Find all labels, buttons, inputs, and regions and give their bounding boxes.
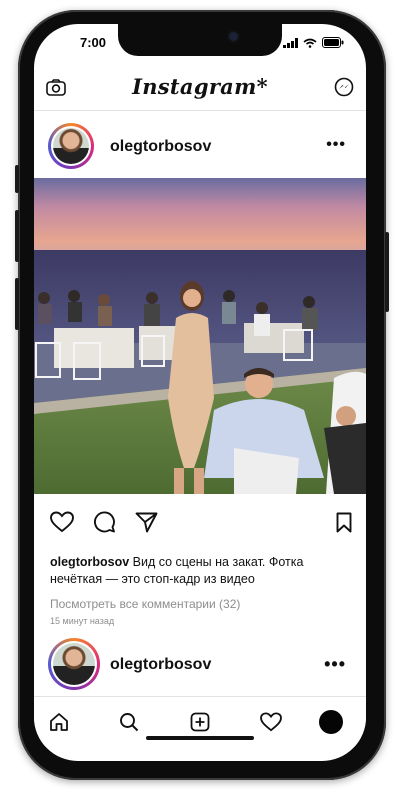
- next-avatar-photo: [53, 643, 95, 685]
- battery-icon: [322, 37, 344, 48]
- next-post-username[interactable]: olegtorbosov: [110, 656, 211, 674]
- front-camera: [229, 32, 238, 41]
- post-timestamp: 15 минут назад: [50, 616, 115, 626]
- post-caption: olegtorbosov Вид со сцены на закат. Фотк…: [50, 554, 356, 588]
- volume-down-button: [15, 278, 19, 330]
- avatar-photo: [53, 128, 89, 164]
- post-username[interactable]: olegtorbosov: [110, 138, 211, 156]
- next-post-header: olegtorbosov •••: [34, 636, 366, 690]
- add-icon[interactable]: [187, 709, 213, 735]
- view-comments-link[interactable]: Посмотреть все комментарии (32): [50, 597, 240, 611]
- status-time: 7:00: [80, 35, 107, 50]
- like-heart-icon[interactable]: [48, 508, 76, 536]
- profile-avatar[interactable]: [318, 709, 344, 735]
- volume-up-button: [15, 210, 19, 262]
- bottom-nav: [34, 696, 366, 747]
- home-indicator: [146, 736, 254, 740]
- home-icon[interactable]: [46, 709, 72, 735]
- post-photo-image: [34, 178, 366, 494]
- notch: [118, 24, 282, 56]
- post-actions: [34, 506, 366, 538]
- next-more-icon[interactable]: •••: [324, 654, 346, 675]
- mute-switch: [15, 165, 19, 193]
- messenger-icon[interactable]: [332, 75, 356, 99]
- caption-username[interactable]: olegtorbosov: [50, 555, 129, 569]
- heart-icon[interactable]: [258, 709, 284, 735]
- next-avatar[interactable]: [48, 638, 100, 690]
- screen: 7:00 Instagram* olegtorbosov ••• olegtor…: [34, 24, 366, 761]
- avatar[interactable]: [48, 123, 94, 169]
- wifi-icon: [303, 38, 317, 48]
- post-header: olegtorbosov •••: [34, 122, 366, 174]
- comment-icon[interactable]: [90, 508, 118, 536]
- top-bar: Instagram*: [34, 62, 366, 111]
- app-logo: Instagram*: [132, 74, 268, 99]
- post-photo[interactable]: [34, 178, 366, 494]
- search-icon[interactable]: [116, 709, 142, 735]
- share-icon[interactable]: [132, 508, 160, 536]
- power-button: [385, 232, 389, 312]
- bookmark-icon[interactable]: [330, 508, 358, 536]
- status-icons: [283, 37, 344, 48]
- signal-icon: [283, 37, 298, 48]
- more-icon[interactable]: •••: [326, 136, 346, 154]
